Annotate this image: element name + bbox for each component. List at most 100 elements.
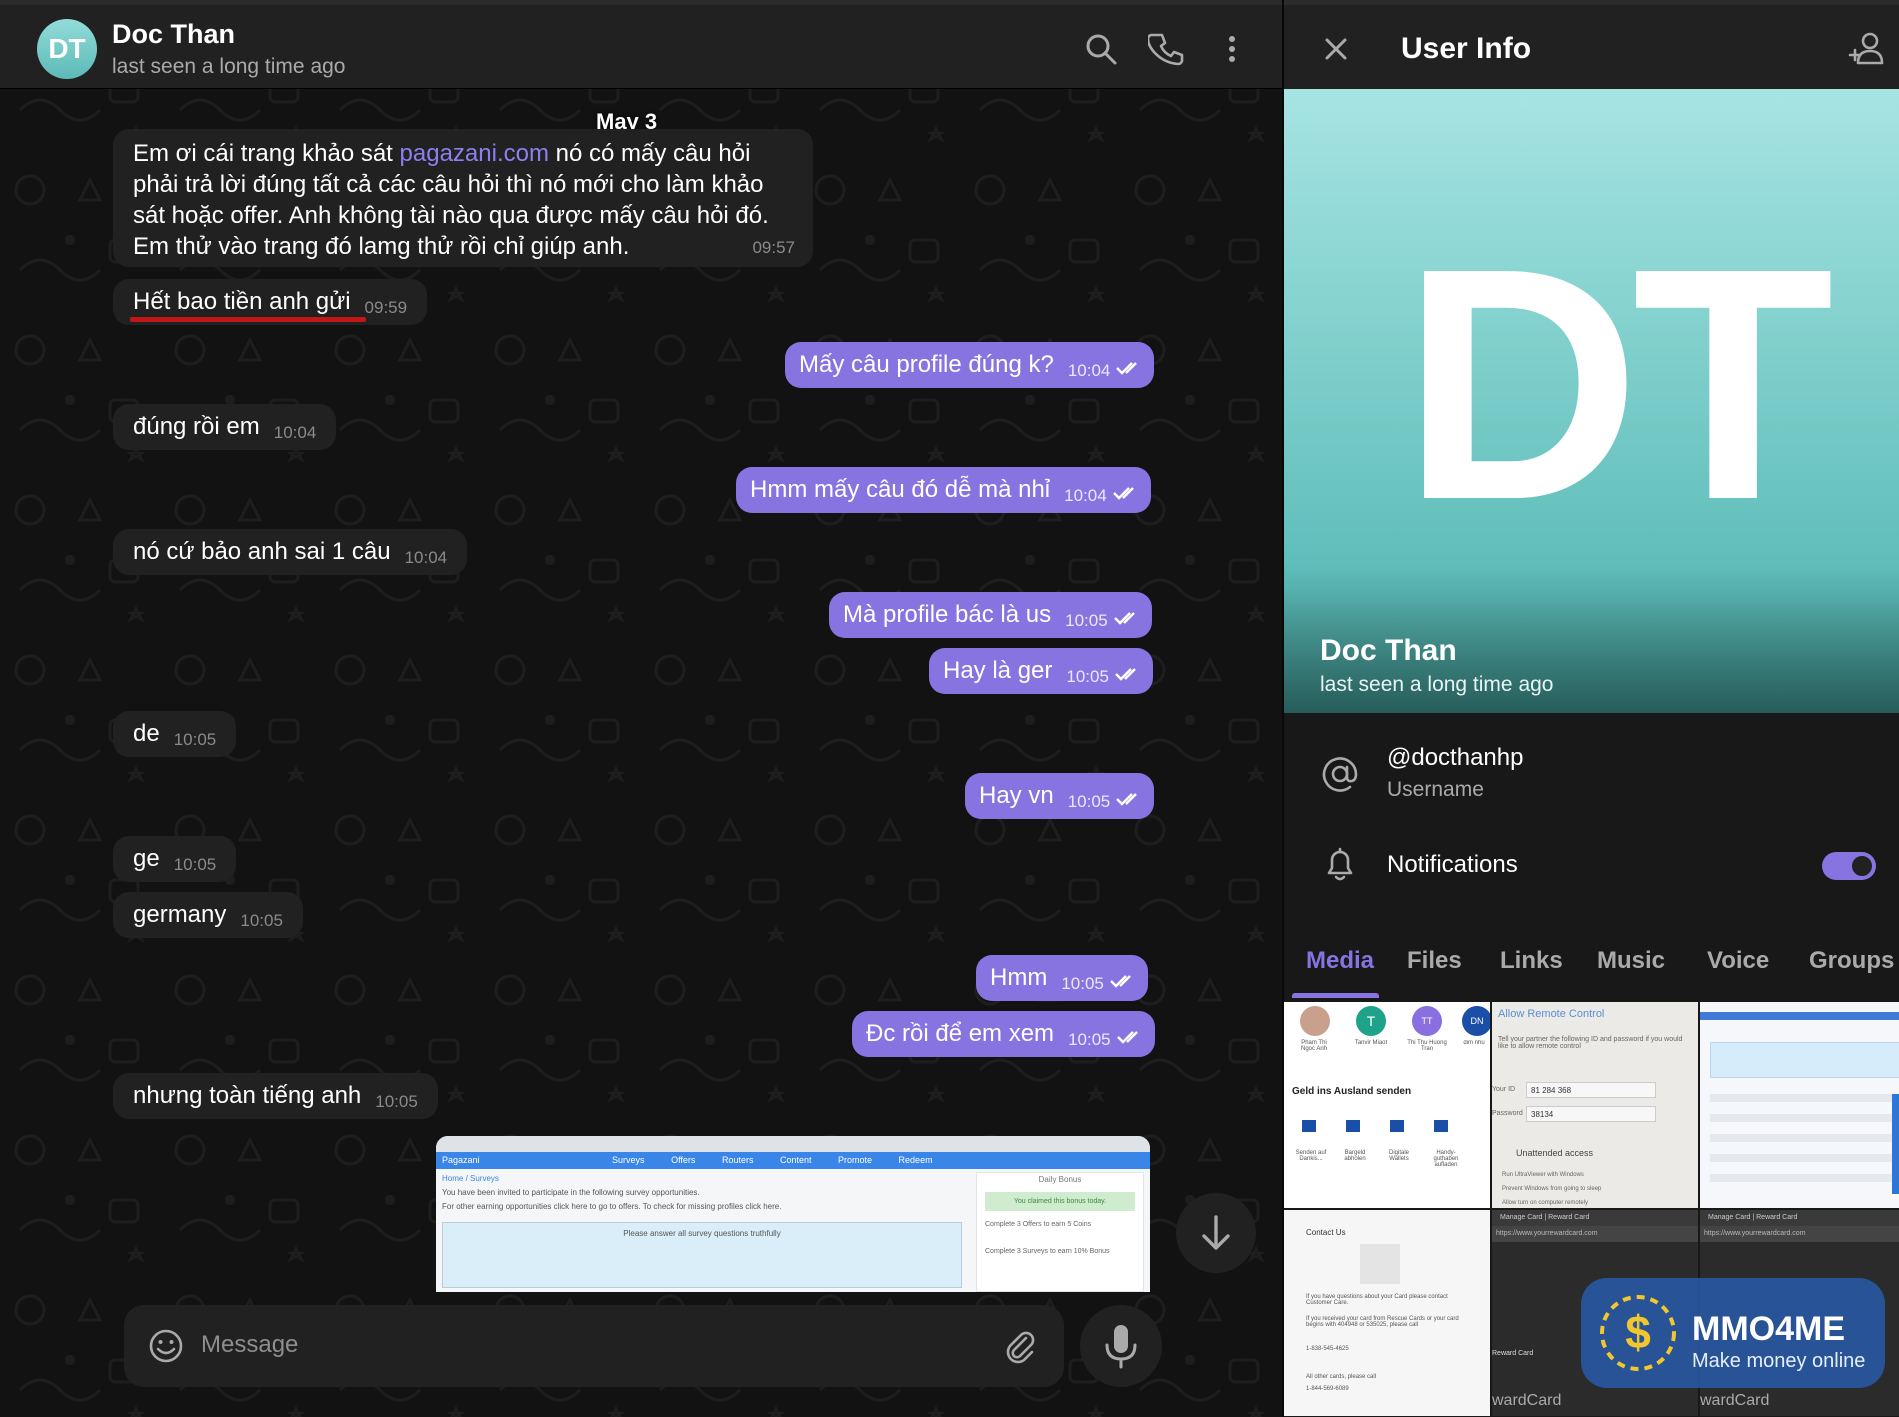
thumb-text: All other cards, please call [1306, 1374, 1377, 1380]
emoji-icon[interactable] [148, 1328, 184, 1364]
action-label: Digitale Wallets [1388, 1150, 1409, 1162]
message-outgoing[interactable]: Hay vn 10:05 [965, 773, 1155, 819]
thumb-text: 1-844-569-6089 [1306, 1386, 1349, 1392]
thumb-text: 1-838-545-4625 [1306, 1346, 1349, 1352]
double-check-icon [1116, 1031, 1138, 1044]
thumb-url: https://www.yourrewardcard.com [1700, 1226, 1899, 1242]
message-text: de [133, 720, 160, 747]
profile-photo[interactable]: DT Doc Than last seen a long time ago [1284, 89, 1899, 713]
thumb-text: Tell your partner the following ID and p… [1498, 1036, 1683, 1050]
message-time: 10:04 [1067, 361, 1111, 380]
attach-icon[interactable] [1002, 1328, 1038, 1364]
site-notice: Please answer all survey questions truth… [442, 1222, 962, 1288]
phone-icon[interactable] [1148, 31, 1184, 67]
site-text: You have been invited to participate in … [442, 1188, 700, 1197]
sidebar-claimed: You claimed this bonus today. [985, 1192, 1135, 1211]
message-incoming[interactable]: germany 10:05 [113, 892, 303, 938]
thumb-url: https://www.yourrewardcard.com [1492, 1226, 1698, 1242]
action-label: Bargeld abholen [1344, 1150, 1366, 1162]
sidebar-item: Complete 3 Surveys to earn 10% Bonus [985, 1248, 1110, 1255]
double-check-icon [1116, 362, 1138, 375]
info-title: User Info [1401, 32, 1532, 65]
message-incoming[interactable]: de 10:05 [113, 711, 237, 757]
message-incoming[interactable]: đúng rồi em 10:04 [113, 404, 337, 450]
svg-text:$: $ [1625, 1306, 1651, 1358]
thumb-big: wardCard [1492, 1392, 1562, 1409]
contact-name: Tanvir Miaot [1354, 1040, 1388, 1046]
scroll-down-button[interactable] [1176, 1193, 1256, 1273]
message-text: Mấy câu profile đúng k? [799, 351, 1054, 378]
close-icon[interactable] [1318, 31, 1354, 67]
arrow-down-icon [1202, 1215, 1230, 1250]
message-outgoing[interactable]: Hay là ger 10:05 [929, 648, 1153, 694]
double-check-icon [1113, 612, 1135, 625]
chat-avatar[interactable]: DT [37, 19, 97, 79]
tab-groups[interactable]: Groups [1809, 947, 1894, 975]
message-text: Đc rồi để em xem [866, 1020, 1055, 1047]
voice-record-button[interactable] [1080, 1305, 1162, 1387]
message-time: 10:05 [173, 730, 217, 749]
message-incoming[interactable]: Em ơi cái trang khảo sát pagazani.com nó… [113, 129, 813, 267]
add-contact-icon[interactable] [1846, 29, 1886, 69]
username-row[interactable]: @docthanhp Username [1284, 732, 1899, 812]
message-outgoing[interactable]: Đc rồi để em xem 10:05 [852, 1011, 1155, 1057]
thumb-row [1710, 1114, 1899, 1122]
sidebar-title: Daily Bonus [1038, 1175, 1082, 1184]
message-incoming[interactable]: ge 10:05 [113, 836, 237, 882]
tab-links[interactable]: Links [1500, 947, 1563, 975]
double-check-icon [1115, 668, 1136, 681]
thumb-title: Allow Remote Control [1498, 1008, 1605, 1020]
message-outgoing[interactable]: Mấy câu profile đúng k? 10:04 [785, 342, 1155, 388]
message-composer[interactable]: Message [124, 1305, 1064, 1387]
tab-files[interactable]: Files [1407, 947, 1462, 975]
chat-header: DT Doc Than last seen a long time ago [0, 0, 1282, 89]
search-icon[interactable] [1083, 31, 1119, 67]
action-icon [1302, 1120, 1316, 1132]
media-thumbnail[interactable]: T TT DN Pham Thi Ngoc Anh Tanvir Miaot T… [1284, 1002, 1490, 1208]
contact-avatar: DN [1462, 1006, 1490, 1036]
media-tabs: Media Files Links Music Voice Groups [1284, 920, 1899, 1000]
message-incoming[interactable]: nhưng toàn tiếng anh 10:05 [113, 1073, 438, 1119]
chat-title[interactable]: Doc Than [112, 19, 235, 50]
thumb-title: Contact Us [1306, 1228, 1346, 1237]
action-label: Handy-guthaben aufladen [1433, 1150, 1459, 1168]
contact-name: Pham Thi Ngoc Anh [1300, 1040, 1328, 1052]
thumb-accent [1892, 1094, 1899, 1194]
message-text: Em ơi cái trang khảo sát [133, 140, 400, 167]
message-incoming[interactable]: nó cứ bảo anh sai 1 câu 10:04 [113, 529, 468, 575]
message-text: Mà profile bác là us [843, 601, 1052, 628]
thumb-tab: Manage Card | Reward Card [1700, 1210, 1899, 1226]
message-input[interactable]: Message [201, 1331, 298, 1359]
nav-item: Routers [721, 1155, 754, 1165]
thumb-text: Allow turn on computer remotely [1502, 1200, 1589, 1206]
info-header: User Info [1284, 0, 1899, 89]
media-thumbnail[interactable] [1700, 1002, 1899, 1208]
tab-media[interactable]: Media [1306, 947, 1374, 975]
thumb-panel [1710, 1042, 1899, 1078]
action-label: Senden auf Dankis... [1295, 1150, 1327, 1162]
media-thumbnail[interactable]: Allow Remote Control Tell your partner t… [1492, 1002, 1698, 1208]
thumb-text: Reward Card [1492, 1350, 1534, 1357]
tab-music[interactable]: Music [1597, 947, 1665, 975]
message-outgoing[interactable]: Hmm 10:05 [976, 955, 1148, 1001]
site-sidebar: Daily Bonus You claimed this bonus today… [976, 1172, 1144, 1292]
notice-text: Please answer all survey questions truth… [623, 1229, 781, 1238]
more-vertical-icon[interactable] [1214, 31, 1250, 67]
thumb-row [1710, 1174, 1899, 1182]
contact-name: dim nhu [1463, 1040, 1485, 1046]
message-time: 10:05 [1065, 611, 1108, 630]
message-link[interactable]: pagazani.com [400, 140, 549, 167]
double-check-icon [1112, 487, 1134, 500]
message-text: nó cứ bảo anh sai 1 câu [133, 538, 391, 565]
message-outgoing[interactable]: Hmm mấy câu đó dễ mà nhỉ 10:04 [736, 467, 1151, 513]
media-thumbnail[interactable]: Contact Us If you have questions about y… [1284, 1210, 1490, 1416]
notifications-toggle[interactable] [1822, 852, 1876, 880]
message-outgoing[interactable]: Mà profile bác là us 10:05 [829, 592, 1152, 638]
action-icon [1390, 1120, 1404, 1132]
at-sign-icon [1322, 757, 1358, 792]
photo-message[interactable]: Pagazani Surveys Offers Routers Content … [436, 1136, 1150, 1292]
notifications-row[interactable]: Notifications [1284, 830, 1899, 904]
profile-status: last seen a long time ago [1320, 673, 1554, 696]
message-text: Hay vn [979, 782, 1054, 809]
tab-voice[interactable]: Voice [1707, 947, 1769, 975]
